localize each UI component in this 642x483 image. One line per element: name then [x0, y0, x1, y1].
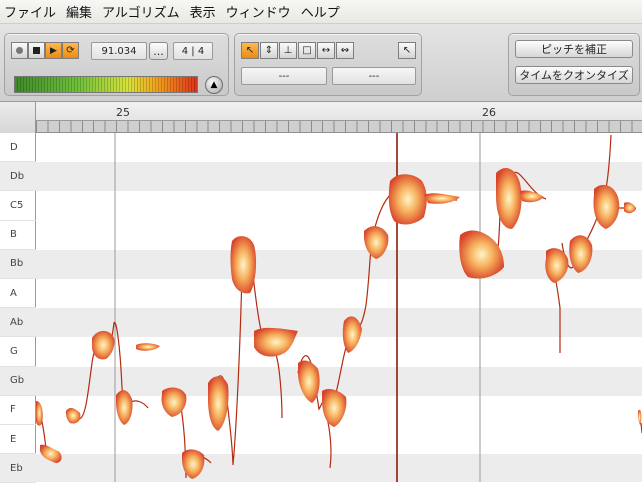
- note-blob: [182, 449, 205, 479]
- loop-icon: ⟳: [66, 45, 75, 56]
- key-label: Ab: [0, 308, 36, 338]
- menu-file[interactable]: ファイル: [0, 2, 62, 21]
- time-options-button[interactable]: ...: [149, 42, 168, 60]
- time-display[interactable]: 91.034: [91, 42, 147, 60]
- time-signature[interactable]: 4 | 4: [173, 42, 213, 60]
- note-blob: [593, 184, 620, 229]
- scroll-zoom-tool-icon: ↖: [402, 45, 412, 56]
- note-blob: [116, 390, 133, 425]
- note-blob: [298, 360, 320, 403]
- ruler-corner: [0, 102, 36, 133]
- menu-view[interactable]: 表示: [186, 2, 222, 21]
- note-blob: [92, 330, 115, 360]
- pitch-ruler: D Db C5 B Bb A Ab G Gb F E Eb: [0, 133, 36, 483]
- note-blob: [322, 389, 347, 427]
- loop-button[interactable]: ⟳: [62, 42, 79, 59]
- key-label: A: [0, 279, 36, 309]
- note-blob: [364, 226, 389, 259]
- note-editor[interactable]: [36, 133, 642, 482]
- note-blob: [624, 202, 636, 214]
- key-label: E: [0, 425, 36, 455]
- timing-tool-icon: ↔: [321, 45, 331, 56]
- formant-tool-icon: ⊥: [283, 45, 293, 56]
- pitch-tool[interactable]: ⇕: [260, 42, 278, 59]
- arrow-tool-icon: ↖: [245, 45, 255, 56]
- key-label: B: [0, 221, 36, 250]
- play-button[interactable]: ▶: [45, 42, 62, 59]
- bar-marker-25: 25: [116, 106, 130, 119]
- note-blob: [545, 248, 569, 283]
- transport-panel: ▶ ⟳ 91.034 ... 4 | 4 ▲: [4, 33, 229, 96]
- separation-tool-icon: ↭: [340, 45, 350, 56]
- tool-field-1[interactable]: ---: [241, 67, 327, 85]
- amplitude-tool[interactable]: □: [298, 42, 316, 59]
- scroll-zoom-tool[interactable]: ↖: [398, 42, 416, 59]
- actions-panel: ピッチを補正 タイムをクオンタイズ: [508, 33, 640, 96]
- note-blob: [520, 190, 544, 203]
- notes-canvas: [36, 133, 642, 482]
- toolbar: ▶ ⟳ 91.034 ... 4 | 4 ▲ ↖ ⇕ ⊥ □ ↔ ↭ ↖ ---…: [0, 24, 642, 102]
- metronome-knob[interactable]: ▲: [205, 76, 223, 94]
- stop-button[interactable]: [28, 42, 45, 59]
- key-label: Eb: [0, 454, 36, 483]
- note-blob: [40, 444, 62, 463]
- note-blob: [424, 193, 460, 204]
- timing-tool[interactable]: ↔: [317, 42, 335, 59]
- key-label: Bb: [0, 249, 36, 279]
- timeline-ruler[interactable]: 25 26: [0, 102, 642, 133]
- tools-panel: ↖ ⇕ ⊥ □ ↔ ↭ ↖ --- ---: [234, 33, 422, 96]
- amplitude-tool-icon: □: [302, 45, 312, 56]
- menu-window[interactable]: ウィンドウ: [222, 2, 297, 21]
- pitch-line: [36, 134, 642, 479]
- note-blob: [388, 174, 427, 225]
- key-label: D: [0, 133, 36, 163]
- quantize-time-button[interactable]: タイムをクオンタイズ: [515, 66, 633, 84]
- menu-edit[interactable]: 編集: [62, 2, 98, 21]
- ruler-ticks: [36, 120, 642, 132]
- key-label: C5: [0, 191, 36, 221]
- key-label: F: [0, 396, 36, 425]
- bar-marker-26: 26: [482, 106, 496, 119]
- pitch-tool-icon: ⇕: [264, 45, 274, 56]
- arrow-tool[interactable]: ↖: [241, 42, 259, 59]
- note-blob: [136, 343, 160, 351]
- play-icon: ▶: [50, 45, 57, 56]
- key-label: Db: [0, 162, 36, 192]
- separation-tool[interactable]: ↭: [336, 42, 354, 59]
- note-blob: [342, 316, 362, 353]
- note-blob: [459, 230, 504, 279]
- note-blob: [254, 327, 298, 357]
- formant-tool[interactable]: ⊥: [279, 42, 297, 59]
- menu-help[interactable]: ヘルプ: [297, 2, 346, 21]
- key-label: G: [0, 337, 36, 367]
- note-blob: [36, 401, 43, 426]
- menu-algorithm[interactable]: アルゴリズム: [98, 2, 186, 21]
- note-blob: [161, 387, 187, 417]
- note-blob: [638, 409, 642, 425]
- pitch-correct-button[interactable]: ピッチを補正: [515, 40, 633, 58]
- key-label: Gb: [0, 366, 36, 396]
- note-blob: [66, 407, 81, 424]
- level-meter: [14, 76, 198, 93]
- note-blob: [230, 236, 257, 294]
- record-icon: [16, 47, 23, 54]
- stop-icon: [33, 47, 40, 54]
- tool-field-2[interactable]: ---: [332, 67, 416, 85]
- menu-bar: ファイル 編集 アルゴリズム 表示 ウィンドウ ヘルプ: [0, 0, 642, 24]
- record-button[interactable]: [11, 42, 28, 59]
- metronome-icon: ▲: [210, 80, 218, 90]
- note-blob: [208, 376, 229, 431]
